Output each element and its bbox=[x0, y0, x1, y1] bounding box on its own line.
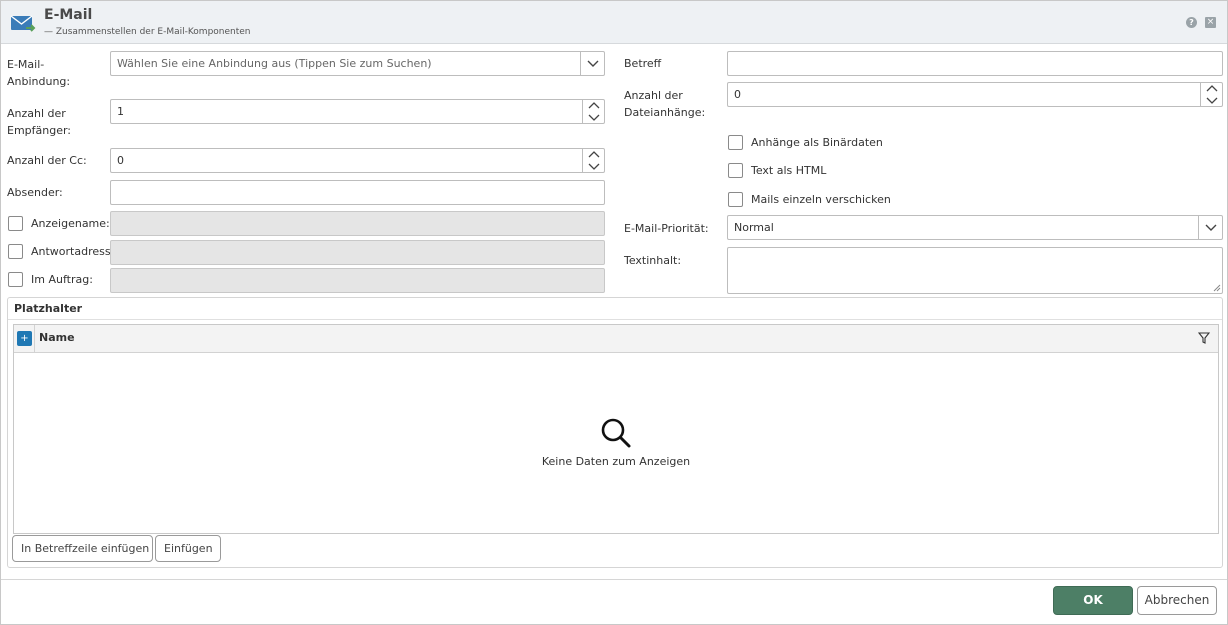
resize-handle-icon[interactable] bbox=[1213, 284, 1221, 292]
empty-state-text: Keine Daten zum Anzeigen bbox=[541, 455, 691, 468]
cc-count-label: Anzahl der Cc: bbox=[7, 154, 87, 167]
binary-attachments-label: Anhänge als Binärdaten bbox=[751, 136, 883, 149]
attachments-label-line1: Anzahl der bbox=[624, 89, 683, 102]
dialog-subtitle: — Zusammenstellen der E-Mail-Komponenten bbox=[44, 27, 251, 37]
panel-divider bbox=[8, 319, 1222, 320]
subject-label: Betreff bbox=[624, 57, 662, 70]
on-behalf-input bbox=[110, 268, 605, 293]
column-header-name[interactable]: Name bbox=[39, 331, 75, 344]
sender-label: Absender: bbox=[7, 186, 63, 199]
chevron-down-icon bbox=[587, 60, 599, 67]
dialog-header: E-Mail — Zusammenstellen der E-Mail-Komp… bbox=[1, 1, 1227, 44]
send-individually-checkbox[interactable] bbox=[728, 192, 743, 207]
grid-header: + Name bbox=[14, 325, 1218, 353]
connection-placeholder: Wählen Sie eine Anbindung aus (Tippen Si… bbox=[117, 57, 432, 70]
connection-select[interactable]: Wählen Sie eine Anbindung aus (Tippen Si… bbox=[110, 51, 605, 76]
priority-dropdown-button[interactable] bbox=[1198, 216, 1222, 239]
insert-button[interactable]: Einfügen bbox=[155, 535, 221, 562]
recipients-label-line1: Anzahl der bbox=[7, 107, 66, 120]
priority-value: Normal bbox=[734, 221, 774, 234]
chevron-up-icon[interactable] bbox=[1206, 85, 1218, 93]
on-behalf-label: Im Auftrag: bbox=[31, 273, 93, 286]
display-name-input bbox=[110, 211, 605, 236]
subject-input[interactable] bbox=[727, 51, 1223, 76]
body-textarea[interactable] bbox=[727, 247, 1223, 294]
placeholders-panel: Platzhalter + Name Keine Daten zum Anzei… bbox=[7, 297, 1223, 568]
cc-count-value: 0 bbox=[117, 154, 124, 167]
column-divider bbox=[34, 325, 35, 353]
chevron-down-icon[interactable] bbox=[588, 162, 600, 170]
text-html-checkbox[interactable] bbox=[728, 163, 743, 178]
recipients-count-value: 1 bbox=[117, 105, 124, 118]
attachments-count-input[interactable]: 0 bbox=[727, 82, 1223, 107]
reply-to-checkbox[interactable] bbox=[8, 244, 23, 259]
chevron-up-icon[interactable] bbox=[588, 102, 600, 110]
close-icon[interactable]: × bbox=[1205, 17, 1216, 28]
body-label: Textinhalt: bbox=[624, 254, 682, 267]
attachments-count-value: 0 bbox=[734, 88, 741, 101]
insert-into-subject-button[interactable]: In Betreffzeile einfügen bbox=[12, 535, 153, 562]
help-icon[interactable]: ? bbox=[1186, 17, 1197, 28]
sender-input[interactable] bbox=[110, 180, 605, 205]
add-row-button[interactable]: + bbox=[17, 331, 32, 346]
priority-label: E-Mail-Priorität: bbox=[624, 222, 709, 235]
connection-dropdown-button[interactable] bbox=[580, 52, 604, 75]
placeholders-grid: + Name Keine Daten zum Anzeigen bbox=[13, 324, 1219, 534]
connection-label-line2: Anbindung: bbox=[7, 75, 71, 88]
chevron-down-icon[interactable] bbox=[1206, 96, 1218, 104]
attachments-count-stepper[interactable] bbox=[1200, 83, 1222, 106]
binary-attachments-checkbox[interactable] bbox=[728, 135, 743, 150]
reply-to-input bbox=[110, 240, 605, 265]
text-html-label: Text als HTML bbox=[751, 164, 827, 177]
display-name-label: Anzeigename: bbox=[31, 217, 110, 230]
cc-count-stepper[interactable] bbox=[582, 149, 604, 172]
ok-button[interactable]: OK bbox=[1053, 586, 1133, 615]
chevron-down-icon[interactable] bbox=[588, 113, 600, 121]
footer-divider bbox=[1, 579, 1227, 580]
filter-icon[interactable] bbox=[1198, 332, 1210, 344]
email-dialog: E-Mail — Zusammenstellen der E-Mail-Komp… bbox=[0, 0, 1228, 625]
cc-count-input[interactable]: 0 bbox=[110, 148, 605, 173]
chevron-up-icon[interactable] bbox=[588, 151, 600, 159]
search-icon bbox=[601, 418, 631, 448]
recipients-count-input[interactable]: 1 bbox=[110, 99, 605, 124]
connection-label-line1: E-Mail- bbox=[7, 58, 45, 71]
dialog-title: E-Mail bbox=[44, 7, 93, 23]
display-name-checkbox[interactable] bbox=[8, 216, 23, 231]
reply-to-label: Antwortadresse: bbox=[31, 245, 122, 258]
cancel-button[interactable]: Abbrechen bbox=[1137, 586, 1217, 615]
email-icon bbox=[10, 15, 36, 32]
recipients-count-stepper[interactable] bbox=[582, 100, 604, 123]
recipients-label-line2: Empfänger: bbox=[7, 124, 72, 137]
on-behalf-checkbox[interactable] bbox=[8, 272, 23, 287]
chevron-down-icon bbox=[1205, 224, 1217, 231]
send-individually-label: Mails einzeln verschicken bbox=[751, 193, 891, 206]
placeholders-title: Platzhalter bbox=[14, 302, 83, 315]
attachments-label-line2: Dateianhänge: bbox=[624, 106, 706, 119]
priority-select[interactable]: Normal bbox=[727, 215, 1223, 240]
